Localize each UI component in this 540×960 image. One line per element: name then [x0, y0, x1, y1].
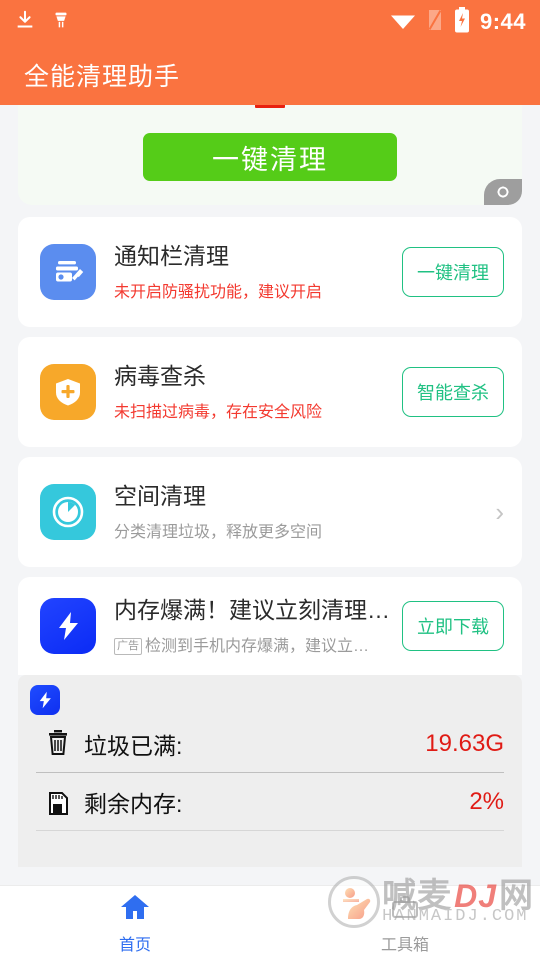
download-now-button[interactable]: 立即下载 — [402, 601, 504, 651]
feature-text: 内存爆满！建议立刻清理… 广告 检测到手机内存爆满，建议立… — [114, 596, 402, 656]
nav-item-home[interactable]: 首页 — [0, 886, 270, 960]
notification-clean-button[interactable]: 一键清理 — [402, 247, 504, 297]
lightning-icon — [30, 685, 60, 715]
ad-stat-value: 19.63G — [425, 729, 504, 757]
feature-title: 空间清理 — [114, 483, 206, 510]
feature-row[interactable]: 病毒查杀 未扫描过病毒，存在安全风险 智能查杀 — [18, 337, 522, 447]
status-bar-right-icons: 9:44 — [390, 6, 526, 38]
feature-title: 通知栏清理 — [114, 243, 229, 270]
clipped-indicator — [255, 105, 285, 108]
cleaner-icon — [50, 9, 72, 36]
feature-text: 通知栏清理 未开启防骚扰功能，建议开启 — [114, 242, 402, 302]
status-bar-left-icons — [14, 9, 72, 36]
one-key-clean-button[interactable]: 一键清理 — [143, 133, 397, 181]
ad-stat-value: 2% — [469, 787, 504, 815]
feature-card-notification[interactable]: 通知栏清理 未开启防骚扰功能，建议开启 一键清理 — [18, 217, 522, 327]
sim-icon — [426, 8, 444, 37]
ad-stat-row: 剩余内存: 2% — [36, 773, 504, 831]
feature-title: 病毒查杀 — [114, 363, 206, 390]
feature-text: 病毒查杀 未扫描过病毒，存在安全风险 — [114, 362, 402, 422]
feature-card-virus[interactable]: 病毒查杀 未扫描过病毒，存在安全风险 智能查杀 — [18, 337, 522, 447]
home-icon — [119, 892, 151, 927]
memory-card-icon — [36, 785, 80, 819]
status-bar: 9:44 — [0, 0, 540, 44]
page-title: 全能清理助手 — [24, 62, 181, 91]
ad-subtitle-text: 检测到手机内存爆满，建议立… — [145, 637, 370, 655]
feature-card-ad[interactable]: 内存爆满！建议立刻清理… 广告 检测到手机内存爆满，建议立… 立即下载 — [18, 577, 522, 675]
ad-marker-icon[interactable] — [484, 179, 522, 205]
nav-label-toolbox: 工具箱 — [380, 936, 429, 954]
lightning-icon — [40, 598, 96, 654]
feature-row[interactable]: 空间清理 分类清理垃圾，释放更多空间 › — [18, 457, 522, 567]
status-bar-clock: 9:44 — [479, 9, 526, 34]
ad-detail-panel[interactable]: 垃圾已满: 19.63G 剩余内存: 2% — [18, 675, 522, 867]
feature-card-space[interactable]: 空间清理 分类清理垃圾，释放更多空间 › — [18, 457, 522, 567]
feature-subtitle: 未开启防骚扰功能，建议开启 — [114, 283, 323, 301]
scroll-content[interactable]: 一键清理 通知栏清理 未开启防骚扰功能，建议开启 一键清理 病毒查杀 未扫描过病… — [0, 105, 540, 885]
shield-virus-icon — [40, 364, 96, 420]
app-bar: 全能清理助手 — [0, 44, 540, 105]
notification-clean-icon — [40, 244, 96, 300]
download-icon — [14, 9, 36, 36]
feature-subtitle: 分类清理垃圾，释放更多空间 — [114, 523, 323, 541]
feature-subtitle: 广告 检测到手机内存爆满，建议立… — [114, 632, 402, 656]
ad-stat-label: 垃圾已满: — [84, 732, 183, 759]
feature-subtitle: 未扫描过病毒，存在安全风险 — [114, 403, 323, 421]
feature-row[interactable]: 内存爆满！建议立刻清理… 广告 检测到手机内存爆满，建议立… 立即下载 — [18, 577, 522, 675]
ad-tag: 广告 — [114, 637, 142, 655]
toolbox-icon — [389, 892, 421, 927]
bottom-navigation: 首页 工具箱 — [0, 885, 540, 960]
nav-item-toolbox[interactable]: 工具箱 — [270, 886, 540, 960]
virus-scan-button[interactable]: 智能查杀 — [402, 367, 504, 417]
battery-charging-icon — [454, 6, 470, 38]
ad-stat-label: 剩余内存: — [84, 790, 183, 817]
wifi-icon — [390, 10, 416, 35]
pie-storage-icon — [40, 484, 96, 540]
feature-title: 内存爆满！建议立刻清理… — [114, 597, 390, 624]
feature-row[interactable]: 通知栏清理 未开启防骚扰功能，建议开启 一键清理 — [18, 217, 522, 327]
one-key-clean-card: 一键清理 — [18, 105, 522, 205]
nav-label-home: 首页 — [118, 936, 151, 954]
ad-stat-row: 垃圾已满: 19.63G — [36, 715, 504, 773]
chevron-right-icon[interactable]: › — [485, 497, 504, 528]
feature-text: 空间清理 分类清理垃圾，释放更多空间 — [114, 482, 485, 542]
trash-icon — [36, 727, 80, 761]
